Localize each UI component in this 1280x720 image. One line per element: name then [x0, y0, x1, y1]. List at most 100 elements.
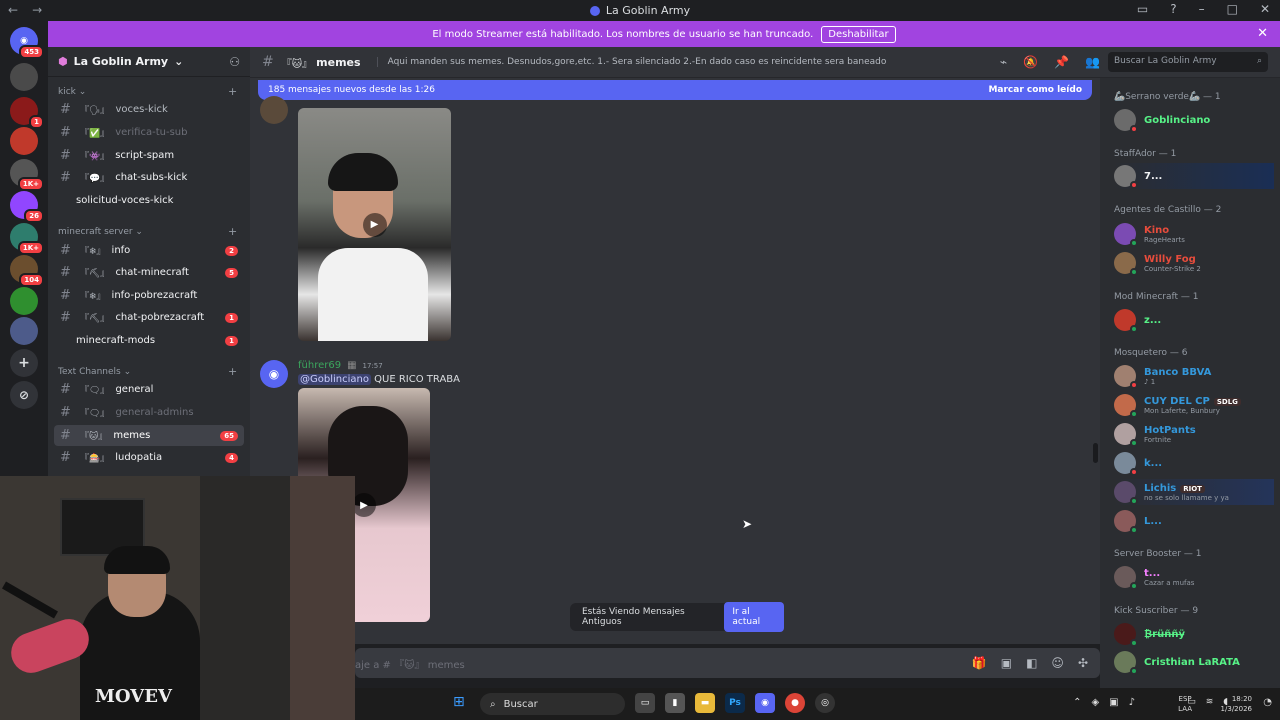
category-kick[interactable]: kick ⌄ + — [58, 85, 237, 98]
hash-icon: # — [60, 170, 71, 185]
channel-ludopatia[interactable]: # 『🎰』 ludopatia 4 — [54, 447, 244, 468]
sticker-icon[interactable]: ◧ — [1026, 656, 1037, 670]
gif-icon[interactable]: ▣ — [1001, 656, 1012, 670]
search-input[interactable]: Buscar La Goblin Army ⌕ — [1108, 52, 1268, 72]
channel-verifica-tu-sub[interactable]: # 『✅』 verifica-tu-sub — [54, 122, 244, 143]
member-item[interactable]: t... Cazar a mufas — [1114, 564, 1274, 590]
member-item[interactable]: 7... — [1114, 163, 1274, 189]
server-header[interactable]: ⬢ La Goblin Army ⌄ ⚇ — [48, 47, 250, 77]
new-messages-bar[interactable]: 185 mensajes nuevos desde las 1:26 Marca… — [258, 80, 1092, 100]
server-icon[interactable]: 1K+ — [10, 159, 44, 191]
gift-icon[interactable]: 🎁 — [972, 656, 987, 670]
file-explorer-icon[interactable]: ▬ — [695, 693, 715, 713]
member-item[interactable]: Goblinciano — [1114, 107, 1274, 133]
scrollbar[interactable] — [1093, 443, 1098, 463]
channel-voces-kick[interactable]: # 『🗣』 voces-kick — [54, 99, 244, 120]
video-attachment[interactable]: ▶ — [298, 108, 451, 341]
discover-icon[interactable]: ⊘ — [10, 381, 38, 409]
member-item[interactable]: z... — [1114, 307, 1274, 333]
member-item[interactable]: k... — [1114, 450, 1274, 476]
display-icon[interactable]: ▭ — [1187, 697, 1196, 707]
member-item[interactable]: Banco BBVA ♪ 1 — [1114, 363, 1274, 389]
apps-icon[interactable]: ✣ — [1078, 656, 1088, 670]
task-view-icon[interactable]: ▭ — [635, 693, 655, 713]
member-item[interactable]: Cristhian LaRATA — [1114, 649, 1274, 675]
channel-chat-minecraft[interactable]: # 『⛏』 chat-minecraft 5 — [54, 262, 244, 283]
member-item[interactable]: ₿r̶ü̶ñ̶ñ̶ÿ̶ — [1114, 621, 1274, 647]
server-icon[interactable]: 1K+ — [10, 223, 44, 255]
member-list-icon[interactable]: 👥 — [1085, 55, 1100, 69]
category-text-channels[interactable]: Text Channels ⌄ + — [58, 365, 237, 378]
close-window-icon[interactable]: ✕ — [1260, 2, 1270, 16]
mic-icon[interactable]: ♪ — [1129, 697, 1135, 708]
window-title: La Goblin Army — [589, 4, 690, 17]
nav-arrows: ← → — [8, 3, 42, 17]
member-item[interactable]: HotPants Fortnite — [1114, 421, 1274, 447]
message-composer[interactable]: aje a # 『🐱』 memes 🎁 ▣ ◧ ☺ ✣ — [355, 648, 1100, 678]
twitch-server-icon[interactable]: 26 — [10, 191, 44, 223]
role-header: Mosquetero — 6 — [1114, 348, 1188, 358]
home-button[interactable]: ◉ 453 — [10, 27, 44, 59]
inbox-icon[interactable]: ▭ — [1137, 2, 1148, 16]
mark-read-button[interactable]: Marcar como leído — [988, 85, 1082, 95]
back-icon[interactable]: ← — [8, 3, 18, 17]
play-icon[interactable]: ▶ — [362, 212, 387, 237]
chevron-up-icon[interactable]: ⌃ — [1073, 697, 1081, 708]
server-icon[interactable]: 1 — [10, 97, 44, 129]
avatar[interactable] — [260, 96, 288, 124]
channel-general[interactable]: # 『🗨』 general — [54, 379, 244, 400]
obs-icon[interactable]: ◎ — [815, 693, 835, 713]
windows-start-icon[interactable]: ⊞ — [453, 694, 465, 710]
channel-memes[interactable]: # 『🐱』 memes 65 — [54, 425, 244, 446]
app-icon[interactable]: ▮ — [665, 693, 685, 713]
invite-icon[interactable]: ⚇ — [229, 55, 240, 69]
channel-info[interactable]: # 『❄』 info 2 — [54, 240, 244, 261]
hash-icon: # — [60, 265, 71, 280]
mention[interactable]: @Goblinciano — [298, 374, 371, 385]
notifications-muted-icon[interactable]: 🔕 — [1023, 55, 1038, 69]
category-minecraft[interactable]: minecraft server ⌄ + — [58, 225, 237, 238]
member-item[interactable]: CUY DEL CP SDLG Mon Laferte, Bunbury — [1114, 392, 1274, 418]
avatar[interactable]: ◉ — [260, 360, 288, 388]
wifi-icon[interactable]: ≋ — [1206, 697, 1214, 707]
taskbar-search[interactable]: ⌕ Buscar — [480, 693, 625, 715]
close-icon[interactable]: ✕ — [1257, 26, 1268, 41]
threads-icon[interactable]: ⌁ — [1000, 55, 1007, 69]
member-item[interactable]: Willy Fog Counter-Strike 2 — [1114, 250, 1274, 276]
clock[interactable]: 18:20 1/3/2026 — [1221, 694, 1252, 714]
forward-icon[interactable]: → — [32, 3, 42, 17]
emoji-icon[interactable]: ☺ — [1051, 656, 1064, 670]
channel-topic[interactable]: Aqui manden sus memes. Desnudos,gore,etc… — [376, 57, 886, 67]
member-item[interactable]: Kino RageHearts — [1114, 221, 1274, 247]
discord-taskbar-icon[interactable]: ◉ — [755, 693, 775, 713]
disable-button[interactable]: Deshabilitar — [821, 25, 896, 43]
channel-chat-pobrezacraft[interactable]: # 『⛏』 chat-pobrezacraft 1 — [54, 307, 244, 328]
channel-chat-subs-kick[interactable]: # 『💬』 chat-subs-kick — [54, 167, 244, 188]
channel-info-pobrezacraft[interactable]: # 『❄』 info-pobrezacraft — [54, 285, 244, 306]
notification-icon[interactable]: ◔ — [1263, 697, 1272, 708]
server-icon[interactable] — [10, 317, 38, 345]
minimize-icon[interactable]: – — [1199, 2, 1205, 16]
tray-icon[interactable]: ◈ — [1091, 697, 1099, 708]
channel-solicitud-voces-kick[interactable]: solicitud-voces-kick — [54, 190, 244, 211]
play-icon[interactable]: ▶ — [352, 493, 376, 517]
member-item[interactable]: Lichis RIOT no se solo llamame y ya — [1114, 479, 1274, 505]
server-icon[interactable] — [10, 63, 38, 91]
channel-general-admins[interactable]: # 『🗨』 general-admins — [54, 402, 244, 423]
photoshop-icon[interactable]: Ps — [725, 693, 745, 713]
taskbar-apps: ▭ ▮ ▬ Ps ◉ ● ◎ — [635, 693, 835, 713]
chrome-icon[interactable]: ● — [785, 693, 805, 713]
server-icon[interactable] — [10, 287, 38, 315]
member-item[interactable]: L... — [1114, 508, 1274, 534]
maximize-icon[interactable]: □ — [1227, 2, 1238, 16]
jump-to-present-button[interactable]: Ir al actual — [724, 602, 784, 632]
tray-icon[interactable]: ▣ — [1109, 697, 1118, 708]
server-icon[interactable] — [10, 127, 38, 155]
channel-script-spam[interactable]: # 『👾』 script-spam — [54, 145, 244, 166]
message-author[interactable]: führer69 — [298, 360, 341, 371]
server-icon[interactable]: 104 — [10, 255, 44, 287]
help-icon[interactable]: ? — [1170, 2, 1176, 16]
channel-minecraft-mods[interactable]: minecraft-mods 1 — [54, 330, 244, 351]
add-server-icon[interactable]: + — [10, 349, 38, 377]
pin-icon[interactable]: 📌 — [1054, 55, 1069, 69]
